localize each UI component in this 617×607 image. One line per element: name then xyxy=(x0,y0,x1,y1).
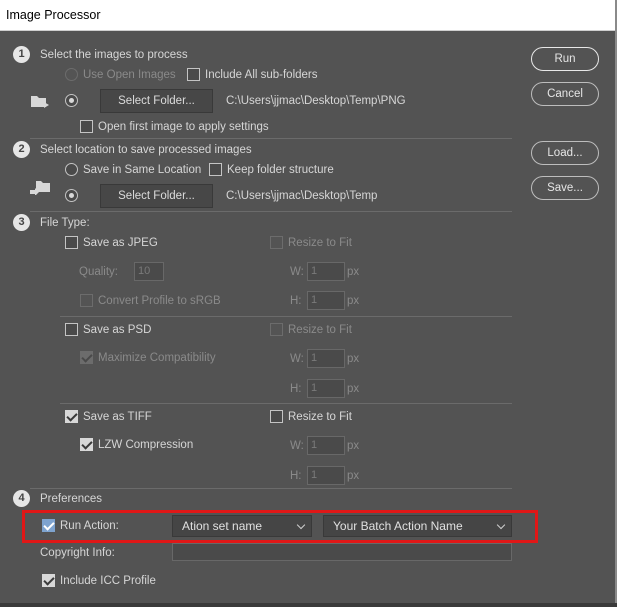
load-button[interactable]: Load... xyxy=(531,141,599,165)
folder-save-arrow-icon xyxy=(30,181,50,195)
psd-height-unit: px xyxy=(347,383,360,395)
jpeg-height-label: H: xyxy=(290,295,302,307)
tiff-resize-checkbox[interactable] xyxy=(270,410,283,423)
psd-width-unit: px xyxy=(347,353,360,365)
save-as-tiff-checkbox[interactable] xyxy=(65,410,78,423)
step-1-badge: 1 xyxy=(13,46,30,63)
jpeg-width-label: W: xyxy=(290,266,304,278)
psd-resize-label: Resize to Fit xyxy=(288,324,352,336)
tiff-height-unit: px xyxy=(347,470,360,482)
section2-heading: Select location to save processed images xyxy=(40,144,252,156)
convert-srgb-label: Convert Profile to sRGB xyxy=(98,295,221,307)
save-as-psd-label: Save as PSD xyxy=(83,324,152,336)
tiff-height-input[interactable]: 1 xyxy=(307,466,345,485)
section4-heading: Preferences xyxy=(40,493,103,505)
highlight-annotation-box xyxy=(22,510,538,543)
psd-resize-checkbox[interactable] xyxy=(270,323,283,336)
use-open-images-radio[interactable] xyxy=(65,68,78,81)
section-divider xyxy=(30,211,512,212)
keep-folder-structure-checkbox[interactable] xyxy=(209,163,222,176)
save-as-jpeg-checkbox[interactable] xyxy=(65,236,78,249)
maximize-compatibility-label: Maximize Compatibility xyxy=(98,352,216,364)
select-source-folder-button[interactable]: Select Folder... xyxy=(100,89,213,113)
lzw-compression-checkbox[interactable] xyxy=(80,438,93,451)
include-subfolders-checkbox[interactable] xyxy=(187,68,200,81)
section-divider xyxy=(30,138,512,139)
select-destination-folder-button[interactable]: Select Folder... xyxy=(100,184,213,208)
open-first-image-checkbox[interactable] xyxy=(80,120,93,133)
window-title: Image Processor xyxy=(0,0,617,31)
window-border-bottom xyxy=(0,603,617,607)
tiff-resize-label: Resize to Fit xyxy=(288,411,352,423)
run-button[interactable]: Run xyxy=(531,47,599,71)
step-3-badge: 3 xyxy=(13,214,30,231)
jpeg-width-unit: px xyxy=(347,266,360,278)
save-as-psd-checkbox[interactable] xyxy=(65,323,78,336)
jpeg-height-unit: px xyxy=(347,295,360,307)
save-same-location-label: Save in Same Location xyxy=(83,164,202,176)
lzw-compression-label: LZW Compression xyxy=(98,439,194,451)
jpeg-quality-input[interactable]: 10 xyxy=(134,262,164,281)
cancel-button[interactable]: Cancel xyxy=(531,82,599,106)
save-as-tiff-label: Save as TIFF xyxy=(83,411,152,423)
psd-height-label: H: xyxy=(290,383,302,395)
maximize-compatibility-checkbox[interactable] xyxy=(80,351,93,364)
convert-srgb-checkbox[interactable] xyxy=(80,294,93,307)
filetype-divider xyxy=(60,316,512,317)
section-divider xyxy=(30,488,512,489)
save-button[interactable]: Save... xyxy=(531,176,599,200)
select-destination-radio[interactable] xyxy=(65,189,78,202)
keep-folder-structure-label: Keep folder structure xyxy=(227,164,334,176)
psd-width-label: W: xyxy=(290,353,304,365)
copyright-input[interactable] xyxy=(172,543,512,561)
tiff-width-input[interactable]: 1 xyxy=(307,436,345,455)
section3-heading: File Type: xyxy=(40,217,90,229)
psd-width-input[interactable]: 1 xyxy=(307,349,345,368)
jpeg-width-input[interactable]: 1 xyxy=(307,262,345,281)
folder-open-arrow-icon xyxy=(31,96,49,108)
tiff-width-unit: px xyxy=(347,440,360,452)
psd-height-input[interactable]: 1 xyxy=(307,379,345,398)
save-same-location-radio[interactable] xyxy=(65,163,78,176)
tiff-width-label: W: xyxy=(290,440,304,452)
save-as-jpeg-label: Save as JPEG xyxy=(83,237,158,249)
open-first-image-label: Open first image to apply settings xyxy=(98,121,269,133)
use-open-images-label: Use Open Images xyxy=(83,69,176,81)
include-icc-label: Include ICC Profile xyxy=(60,575,156,587)
select-folder-radio[interactable] xyxy=(65,94,78,107)
destination-folder-path: C:\Users\jjmac\Desktop\Temp xyxy=(226,190,378,202)
step-2-badge: 2 xyxy=(13,141,30,158)
jpeg-height-input[interactable]: 1 xyxy=(307,291,345,310)
source-folder-path: C:\Users\jjmac\Desktop\Temp\PNG xyxy=(226,95,406,107)
filetype-divider xyxy=(60,403,512,404)
step-4-badge: 4 xyxy=(13,490,30,507)
include-subfolders-label: Include All sub-folders xyxy=(205,69,318,81)
tiff-height-label: H: xyxy=(290,470,302,482)
jpeg-resize-label: Resize to Fit xyxy=(288,237,352,249)
jpeg-quality-label: Quality: xyxy=(79,266,118,278)
include-icc-checkbox[interactable] xyxy=(42,574,55,587)
jpeg-resize-checkbox[interactable] xyxy=(270,236,283,249)
copyright-label: Copyright Info: xyxy=(40,547,115,559)
section1-heading: Select the images to process xyxy=(40,49,188,61)
